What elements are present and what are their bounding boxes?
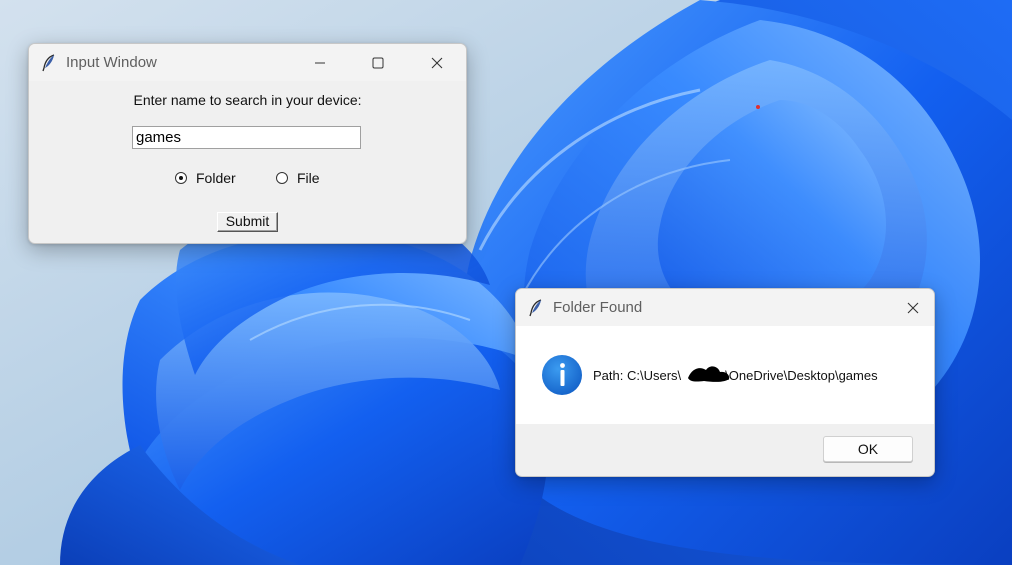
dialog-message-area: Path: C:\Users\ \OneDrive\Desktop\games: [516, 326, 934, 424]
close-icon: [907, 302, 919, 313]
input-window-body: Enter name to search in your device: Fol…: [29, 81, 466, 243]
submit-button[interactable]: Submit: [217, 212, 278, 232]
folder-found-titlebar[interactable]: Folder Found: [516, 289, 934, 326]
maximize-button[interactable]: [355, 44, 401, 81]
dialog-footer: OK: [516, 424, 934, 475]
path-prefix: Path: C:\Users\: [593, 368, 682, 383]
file-radio-label: File: [297, 170, 320, 186]
dialog-close-button[interactable]: [890, 289, 934, 326]
folder-radio[interactable]: Folder: [175, 170, 236, 186]
info-icon: [542, 355, 582, 395]
minimize-button[interactable]: [297, 44, 343, 81]
close-button[interactable]: [414, 44, 460, 81]
search-input[interactable]: [132, 126, 361, 149]
input-window: Input Window Enter name to search in you…: [28, 43, 467, 244]
path-suffix: \OneDrive\Desktop\games: [725, 368, 878, 383]
redaction-scribble: [688, 366, 730, 382]
minimize-icon: [315, 62, 325, 63]
ok-button[interactable]: OK: [823, 436, 913, 462]
maximize-icon: [372, 57, 384, 68]
path-message: Path: C:\Users\ \OneDrive\Desktop\games: [593, 368, 878, 383]
radio-unchecked-icon: [276, 172, 288, 184]
folder-radio-label: Folder: [196, 170, 236, 186]
search-prompt: Enter name to search in your device:: [133, 92, 362, 108]
desktop: Input Window Enter name to search in you…: [0, 0, 1012, 565]
radio-checked-icon: [175, 172, 187, 184]
file-radio[interactable]: File: [276, 170, 320, 186]
feather-icon: [529, 298, 542, 316]
folder-found-dialog: Folder Found Path: C:\Users\ \OneDrive\De…: [515, 288, 935, 477]
feather-icon: [42, 53, 55, 71]
close-icon: [431, 57, 443, 68]
input-window-title: Input Window: [66, 54, 157, 71]
input-window-titlebar[interactable]: Input Window: [29, 44, 466, 81]
folder-found-title: Folder Found: [553, 299, 643, 316]
